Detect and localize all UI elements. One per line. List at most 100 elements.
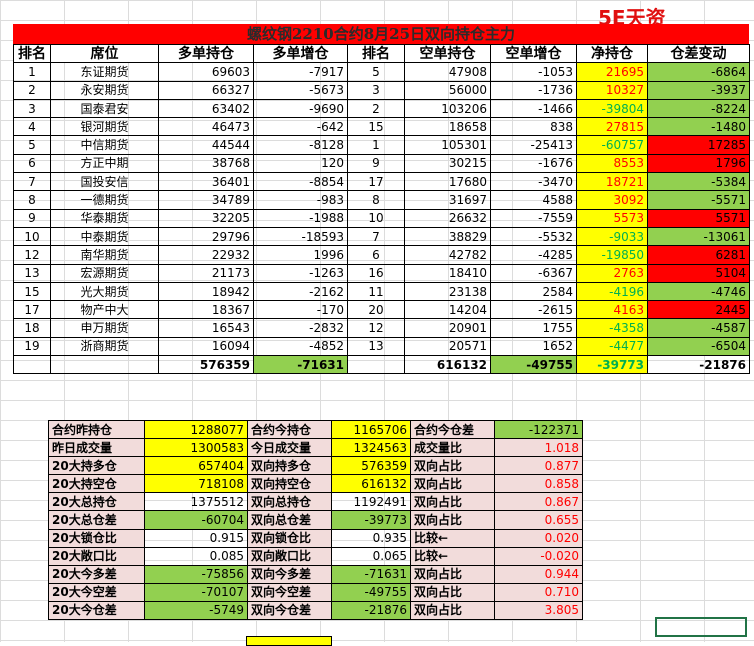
diff-cell: 2445 (647, 300, 750, 320)
table-row: 8 一德期货 34789 -983 8 31697 4588 3092 -5571 (13, 190, 750, 210)
summary-value: -122371 (494, 419, 583, 440)
total-short-change: -49755 (490, 355, 577, 375)
short-cell: 31697 (404, 190, 491, 210)
long-change-cell: -1988 (253, 208, 348, 228)
short-change-cell: -5532 (490, 226, 577, 247)
net-cell: 27815 (576, 117, 648, 137)
rank-cell: 9 (13, 208, 51, 228)
rank-cell: 2 (13, 80, 51, 100)
long-change-cell: -170 (253, 300, 348, 320)
rank-cell: 12 (13, 245, 51, 265)
short-change-cell: -1466 (490, 98, 577, 119)
summary-row: 20大今空差 -70107 双向今空差 -49755 双向占比 0.710 (48, 582, 583, 602)
summary-row: 20大总持仓 1375512 双向总持仓 1192491 双向占比 0.867 (48, 492, 583, 512)
diff-cell: -1480 (647, 117, 750, 137)
summary-row: 20大持多仓 657404 双向持多仓 576359 双向占比 0.877 (48, 456, 583, 476)
short-cell: 20571 (404, 336, 491, 357)
short-cell: 47908 (404, 62, 491, 82)
table-row: 19 浙商期货 16094 -4852 13 20571 1652 -4477 -6504 (13, 336, 750, 357)
summary-label: 20大总仓差 (48, 510, 145, 530)
short-cell: 105301 (404, 135, 491, 155)
summary-value: 1324563 (331, 438, 411, 458)
short-rank-cell: 6 (347, 245, 405, 265)
long-change-cell: -983 (253, 190, 348, 210)
short-change-cell: -25413 (490, 135, 577, 155)
summary-value: 1192491 (331, 492, 411, 512)
short-change-cell: -3470 (490, 172, 577, 192)
seat-cell: 宏源期货 (50, 263, 159, 283)
short-rank-cell: 10 (347, 208, 405, 228)
summary-row: 20大今仓差 -5749 双向今仓差 -21876 双向占比 3.805 (48, 600, 583, 621)
rank-cell: 8 (13, 190, 51, 210)
short-rank-cell: 15 (347, 117, 405, 137)
summary-label: 双向总仓差 (247, 510, 332, 530)
short-rank-cell: 1 (347, 135, 405, 155)
summary-value: 576359 (331, 456, 411, 476)
short-cell: 20901 (404, 318, 491, 338)
short-cell: 103206 (404, 98, 491, 119)
long-cell: 34789 (158, 190, 254, 210)
rank-cell: 18 (13, 318, 51, 338)
long-cell: 18942 (158, 281, 254, 302)
summary-value: -70107 (144, 582, 248, 602)
short-cell: 56000 (404, 80, 491, 100)
short-cell: 23138 (404, 281, 491, 302)
short-cell: 14204 (404, 300, 491, 320)
long-change-cell: -5673 (253, 80, 348, 100)
summary-value: 0.020 (494, 528, 583, 548)
selected-cell[interactable] (655, 617, 747, 637)
summary-row: 20大敞口比 0.085 双向敞口比 0.065 比较← -0.020 (48, 546, 583, 566)
summary-row: 20大总仓差 -60704 双向总仓差 -39773 双向占比 0.655 (48, 510, 583, 530)
net-cell: -4358 (576, 318, 648, 338)
summary-value: 0.935 (331, 528, 411, 548)
rank-cell: 15 (13, 281, 51, 302)
summary-table: 合约昨持仓 1288077 合约今持仓 1165706 合约今仓差 -122371 昨日成交… (48, 419, 583, 621)
summary-value: 0.877 (494, 456, 583, 476)
summary-label: 20大锁仓比 (48, 528, 145, 548)
summary-value: -0.020 (494, 546, 583, 566)
summary-value: 0.710 (494, 582, 583, 602)
summary-label: 双向占比 (410, 456, 495, 476)
summary-label: 双向今空差 (247, 582, 332, 602)
rank-cell: 5 (13, 135, 51, 155)
net-cell: 2763 (576, 263, 648, 283)
summary-label: 今日成交量 (247, 438, 332, 458)
short-cell: 42782 (404, 245, 491, 265)
short-rank-cell: 12 (347, 318, 405, 338)
long-cell: 22932 (158, 245, 254, 265)
summary-label: 双向占比 (410, 582, 495, 602)
rank-cell: 13 (13, 263, 51, 283)
seat-cell: 永安期货 (50, 80, 159, 100)
diff-cell: -5571 (647, 190, 750, 210)
summary-label: 双向占比 (410, 492, 495, 512)
header-seat: 席位 (50, 43, 159, 64)
short-rank-cell: 3 (347, 80, 405, 100)
total-long-change: -71631 (253, 355, 348, 375)
long-change-cell: -18593 (253, 226, 348, 247)
summary-label: 昨日成交量 (48, 438, 145, 458)
rank-cell: 17 (13, 300, 51, 320)
total-net: -39773 (576, 355, 648, 375)
table-row: 1 东证期货 69603 -7917 5 47908 -1053 21695 -6864 (13, 62, 750, 82)
header-short-rank: 排名 (347, 43, 405, 64)
long-change-cell: 1996 (253, 245, 348, 265)
rank-cell: 10 (13, 226, 51, 247)
summary-label: 成交量比 (410, 438, 495, 458)
summary-label: 20大总持仓 (48, 492, 145, 512)
summary-label: 20大持多仓 (48, 456, 145, 476)
table-row: 3 国泰君安 63402 -9690 2 103206 -1466 -39804 -8224 (13, 98, 750, 119)
summary-label: 双向总持仓 (247, 492, 332, 512)
table-row: 4 银河期货 46473 -642 15 18658 838 27815 -1480 (13, 117, 750, 137)
short-rank-cell: 8 (347, 190, 405, 210)
short-cell: 18658 (404, 117, 491, 137)
short-change-cell: -1676 (490, 153, 577, 174)
table-row: 10 中泰期货 29796 -18593 7 38829 -5532 -9033 -13061 (13, 226, 750, 247)
long-cell: 36401 (158, 172, 254, 192)
short-change-cell: 838 (490, 117, 577, 137)
summary-value: 657404 (144, 456, 248, 476)
diff-cell: -3937 (647, 80, 750, 100)
summary-value: 0.944 (494, 564, 583, 584)
short-rank-cell: 7 (347, 226, 405, 247)
diff-cell: -5384 (647, 172, 750, 192)
summary-value: 1300583 (144, 438, 248, 458)
